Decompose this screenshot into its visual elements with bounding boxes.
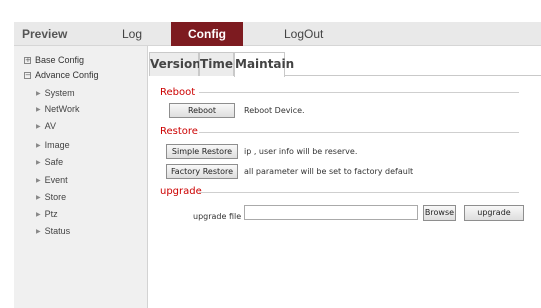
factory-restore-button[interactable]: Factory Restore — [166, 164, 238, 179]
reboot-description: Reboot Device. — [244, 106, 305, 115]
sidebar-item-av[interactable]: ▶ AV — [36, 119, 56, 133]
divider — [199, 92, 519, 93]
factory-restore-description: all parameter will be set to factory def… — [244, 167, 414, 176]
main-content: Version Time Maintain Reboot Reboot Rebo… — [149, 46, 541, 308]
nav-logout[interactable]: LogOut — [284, 22, 323, 46]
nav-log[interactable]: Log — [122, 22, 142, 46]
sidebar-item-label: Image — [44, 140, 70, 150]
reboot-section-title: Reboot — [160, 87, 196, 98]
sidebar-item-label: NetWork — [44, 104, 80, 114]
triangle-right-icon: ▶ — [36, 106, 41, 113]
sidebar-group-advance-config[interactable]: − Advance Config — [24, 68, 99, 82]
sidebar-item-event[interactable]: ▶ Event — [36, 173, 68, 187]
sidebar-item-ptz[interactable]: ▶ Ptz — [36, 207, 58, 221]
sidebar-item-label: System — [44, 88, 75, 98]
upgrade-section-title: upgrade — [160, 186, 202, 197]
top-margin — [0, 0, 541, 22]
top-navigation: Preview Log Config LogOut — [14, 22, 541, 46]
nav-config[interactable]: Config — [171, 22, 243, 46]
divider — [199, 132, 519, 133]
sidebar: + Base Config − Advance Config ▶ System ▶ Ne… — [14, 46, 148, 308]
sidebar-item-status[interactable]: ▶ Status — [36, 224, 70, 238]
browse-button[interactable]: Browse — [423, 205, 456, 221]
sidebar-group-label: Base Config — [35, 55, 85, 65]
sidebar-item-store[interactable]: ▶ Store — [36, 190, 66, 204]
sidebar-item-label: Safe — [44, 157, 64, 167]
upgrade-file-label: upgrade file — [193, 212, 242, 221]
sidebar-group-base-config[interactable]: + Base Config — [24, 53, 84, 67]
tab-bar: Version Time Maintain — [149, 52, 541, 77]
upgrade-button[interactable]: upgrade — [464, 205, 524, 221]
upgrade-file-input[interactable] — [244, 205, 418, 220]
tab-maintain[interactable]: Maintain — [234, 52, 294, 77]
restore-section-title: Restore — [160, 126, 198, 137]
simple-restore-description: ip , user info will be reserve. — [244, 147, 358, 156]
reboot-button[interactable]: Reboot — [169, 103, 235, 118]
triangle-right-icon: ▶ — [36, 159, 41, 166]
expand-icon[interactable]: + — [24, 57, 31, 64]
simple-restore-button[interactable]: Simple Restore — [166, 144, 238, 159]
triangle-right-icon: ▶ — [36, 194, 41, 201]
sidebar-group-label: Advance Config — [35, 70, 99, 80]
triangle-right-icon: ▶ — [36, 142, 41, 149]
triangle-right-icon: ▶ — [36, 211, 41, 218]
tab-time[interactable]: Time — [199, 52, 234, 76]
sidebar-item-safe[interactable]: ▶ Safe — [36, 155, 63, 169]
divider — [199, 192, 519, 193]
triangle-right-icon: ▶ — [36, 228, 41, 235]
sidebar-item-label: Ptz — [44, 209, 58, 219]
triangle-right-icon: ▶ — [36, 177, 41, 184]
triangle-right-icon: ▶ — [36, 123, 41, 130]
sidebar-item-label: Status — [44, 226, 71, 236]
sidebar-item-network[interactable]: ▶ NetWork — [36, 102, 79, 116]
collapse-icon[interactable]: − — [24, 72, 31, 79]
triangle-right-icon: ▶ — [36, 90, 41, 97]
sidebar-item-label: AV — [44, 121, 56, 131]
sidebar-item-label: Store — [44, 192, 67, 202]
tab-version[interactable]: Version — [149, 52, 201, 76]
sidebar-item-system[interactable]: ▶ System — [36, 86, 75, 100]
nav-preview[interactable]: Preview — [22, 22, 67, 46]
sidebar-item-label: Event — [44, 175, 68, 185]
sidebar-item-image[interactable]: ▶ Image — [36, 138, 70, 152]
